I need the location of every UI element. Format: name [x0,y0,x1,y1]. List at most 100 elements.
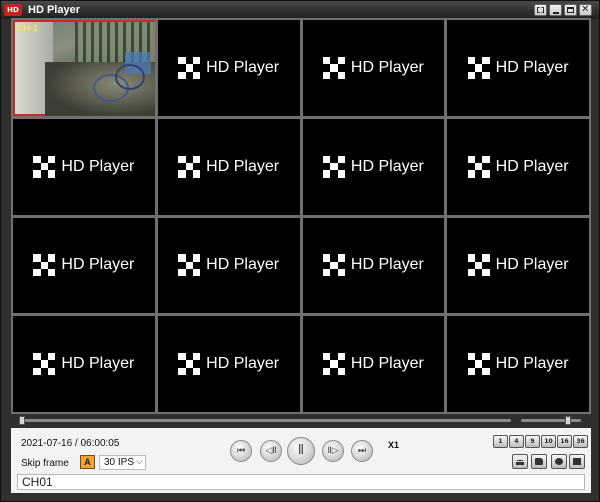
fps-select[interactable]: 30 IPS ⌵ [99,455,146,470]
print-button[interactable] [569,454,585,469]
tile-label: HD Player [206,58,280,76]
export-button[interactable] [512,454,528,469]
tile-label: HD Player [206,157,280,175]
tile-placeholder: HD Player [158,56,300,79]
maximize-button[interactable] [564,4,577,16]
tile-label: HD Player [495,58,569,76]
folder-icon [535,458,543,465]
playback-controls: 2021-07-16 / 06:00:05 Skip frame A 30 IP… [11,428,591,472]
hd-player-logo-icon [322,155,345,178]
video-tile-empty[interactable]: HD Player [447,316,589,412]
tile-label: HD Player [350,157,424,175]
video-tile-empty[interactable]: HD Player [157,217,300,314]
layout-4-button[interactable]: 4 [509,435,524,448]
tile-label: HD Player [495,256,569,274]
video-tile-empty[interactable]: HD Player [157,20,300,116]
hd-player-logo-icon [33,353,56,376]
video-tile-empty[interactable]: HD Player [157,118,300,215]
tile-placeholder: HD Player [447,155,589,178]
window-title: HD Player [28,4,80,16]
hd-player-logo-icon [322,254,345,277]
tile-label: HD Player [350,355,424,373]
tile-placeholder: HD Player [303,155,445,178]
fps-value: 30 IPS [104,457,135,468]
hd-player-logo-icon [322,353,345,376]
volume-track[interactable] [521,419,581,422]
tile-label: HD Player [61,157,135,175]
tile-placeholder: HD Player [13,155,155,178]
channel-label: CH-1 [17,23,39,33]
hd-player-logo-icon [33,254,56,277]
layout-9-button[interactable]: 9 [525,435,540,448]
video-tile-empty[interactable]: HD Player [13,217,155,314]
tile-placeholder: HD Player [447,56,589,79]
hd-player-logo-icon [178,155,201,178]
first-frame-button[interactable]: ⏮ [230,440,252,462]
settings-icon [555,458,563,465]
player-window: HD HD Player ✕ CH-1 HD Player HD Player HD… [0,0,600,502]
settings-button[interactable] [551,454,567,469]
maximize-icon [567,7,574,13]
step-forward-button[interactable]: Ⅱ▷ [322,440,344,462]
layout-36-button[interactable]: 36 [573,435,588,448]
hd-player-logo-icon [178,56,201,79]
close-icon: ✕ [581,4,590,15]
layout-16-button[interactable]: 16 [557,435,572,448]
close-button[interactable]: ✕ [579,4,592,16]
timeline-track[interactable] [19,419,511,422]
video-tile-empty[interactable]: HD Player [447,217,589,314]
seek-bar[interactable] [11,414,591,427]
tile-placeholder: HD Player [158,254,300,277]
tile-label: HD Player [350,256,424,274]
layout-1-button[interactable]: 1 [493,435,508,448]
tile-placeholder: HD Player [303,254,445,277]
playback-datetime: 2021-07-16 / 06:00:05 [21,438,120,449]
fullscreen-icon [537,7,544,13]
tile-label: HD Player [495,157,569,175]
tile-label: HD Player [61,256,135,274]
open-folder-button[interactable] [531,454,547,469]
tile-placeholder: HD Player [13,254,155,277]
hd-player-logo-icon [467,353,490,376]
layout-10-button[interactable]: 10 [541,435,556,448]
skip-frame-label: Skip frame [21,458,69,469]
volume-handle[interactable] [565,416,571,425]
video-tile-empty[interactable]: HD Player [447,20,589,116]
tile-label: HD Player [61,355,135,373]
video-tile-empty[interactable]: HD Player [302,217,445,314]
tile-label: HD Player [350,58,424,76]
pause-button[interactable]: Ⅱ [287,437,315,465]
tile-placeholder: HD Player [158,155,300,178]
tile-label: HD Player [206,355,280,373]
status-bar: CH01 [11,472,591,493]
video-tile-empty[interactable]: HD Player [302,316,445,412]
export-icon [516,462,524,465]
video-tile-empty[interactable]: HD Player [157,316,300,412]
hd-player-logo-icon [467,254,490,277]
hd-player-logo-icon [178,254,201,277]
hd-player-logo-icon [322,56,345,79]
hd-player-logo-icon [467,155,490,178]
timeline-handle[interactable] [19,416,25,425]
hd-player-logo-icon [33,155,56,178]
tile-placeholder: HD Player [13,353,155,376]
video-tile-ch1[interactable]: CH-1 [13,20,155,116]
chevron-down-icon: ⌵ [136,457,143,467]
title-bar[interactable]: HD HD Player ✕ [1,1,599,19]
video-grid: CH-1 HD Player HD Player HD Player HD Playe… [11,18,591,414]
channel-status-field[interactable]: CH01 [17,474,585,490]
hd-player-logo-icon [178,353,201,376]
video-tile-empty[interactable]: HD Player [302,20,445,116]
tile-label: HD Player [206,256,280,274]
video-tile-empty[interactable]: HD Player [13,316,155,412]
video-tile-empty[interactable]: HD Player [302,118,445,215]
minimize-button[interactable] [549,4,562,16]
fullscreen-button[interactable] [534,4,547,16]
camera-feed-image [15,22,155,116]
video-tile-empty[interactable]: HD Player [447,118,589,215]
skip-frame-auto-icon[interactable]: A [80,455,95,469]
video-tile-empty[interactable]: HD Player [13,118,155,215]
tile-placeholder: HD Player [303,353,445,376]
step-back-button[interactable]: ◁Ⅱ [260,440,282,462]
last-frame-button[interactable]: ⏭ [351,440,373,462]
